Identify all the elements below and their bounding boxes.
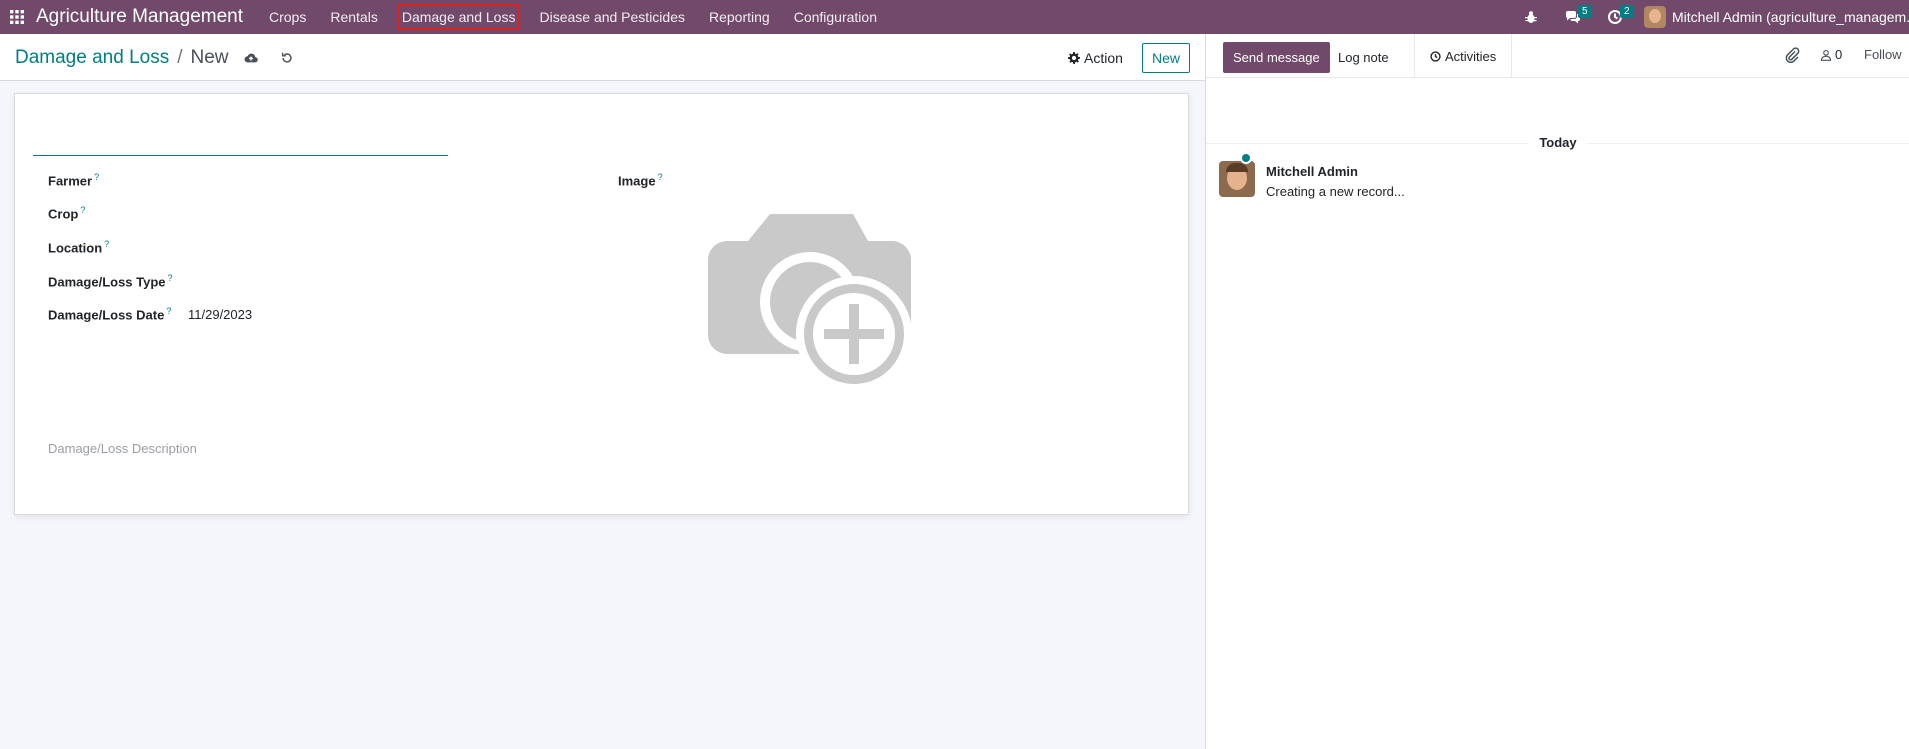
menu-reporting[interactable]: Reporting xyxy=(697,4,782,30)
save-cloud-icon[interactable] xyxy=(237,46,265,70)
action-label: Action xyxy=(1084,50,1123,66)
menu-disease-and-pesticides[interactable]: Disease and Pesticides xyxy=(527,4,697,30)
activities-button[interactable]: Activities xyxy=(1414,34,1513,78)
menu-configuration[interactable]: Configuration xyxy=(782,4,889,30)
action-button[interactable]: Action xyxy=(1060,43,1131,73)
followers-button[interactable]: 0 xyxy=(1820,47,1842,62)
messages-chat-icon[interactable]: 5 xyxy=(1558,0,1592,34)
field-damage-loss-date[interactable]: Damage/Loss Date? 11/29/2023 xyxy=(48,306,252,322)
date-separator: Today xyxy=(1206,135,1909,150)
user-name: Mitchell Admin (agriculture_managem... xyxy=(1672,9,1909,25)
user-avatar xyxy=(1644,6,1666,28)
field-damage-loss-type[interactable]: Damage/Loss Type? xyxy=(48,273,188,289)
breadcrumb-parent-link[interactable]: Damage and Loss xyxy=(15,47,169,69)
field-crop[interactable]: Crop? xyxy=(48,205,188,221)
message-author-avatar[interactable] xyxy=(1219,161,1255,197)
chatter-topbar: Send message Log note Activities 0 Follo… xyxy=(1206,34,1909,78)
record-name-input[interactable] xyxy=(33,124,448,156)
field-label: Damage/Loss Type? xyxy=(48,273,173,290)
chatter-panel: Send message Log note Activities 0 Follo… xyxy=(1205,34,1909,749)
debug-bug-icon[interactable] xyxy=(1516,0,1546,34)
online-status-icon xyxy=(1240,152,1252,164)
message-body: Creating a new record... xyxy=(1266,184,1405,199)
breadcrumb-separator: / xyxy=(177,47,183,68)
top-navbar: Agriculture Management Crops Rentals Dam… xyxy=(0,0,1909,34)
clock-icon xyxy=(1430,50,1441,62)
image-upload-camera-icon[interactable] xyxy=(708,214,912,392)
field-location[interactable]: Location? xyxy=(48,239,188,255)
description-field[interactable]: Damage/Loss Description xyxy=(48,441,197,456)
breadcrumb-current: New xyxy=(190,47,229,68)
breadcrumb: Damage and Loss / New xyxy=(15,46,301,70)
message-author[interactable]: Mitchell Admin xyxy=(1266,164,1358,179)
field-label: Crop? xyxy=(48,205,86,222)
activities-badge: 2 xyxy=(1620,5,1634,18)
app-brand[interactable]: Agriculture Management xyxy=(36,6,243,28)
new-button[interactable]: New xyxy=(1142,43,1190,73)
gear-icon xyxy=(1068,52,1080,64)
image-label: Image? xyxy=(618,172,663,189)
activities-clock-icon[interactable]: 2 xyxy=(1600,0,1634,34)
user-menu[interactable]: Mitchell Admin (agriculture_managem... xyxy=(1644,6,1909,28)
field-label: Location? xyxy=(48,239,110,256)
menu-crops[interactable]: Crops xyxy=(257,4,318,30)
date-value[interactable]: 11/29/2023 xyxy=(188,307,252,322)
activities-label: Activities xyxy=(1445,48,1497,64)
discard-undo-icon[interactable] xyxy=(273,46,301,70)
field-label: Farmer? xyxy=(48,172,100,189)
person-icon xyxy=(1820,49,1832,61)
menu-rentals[interactable]: Rentals xyxy=(318,4,389,30)
menu-damage-and-loss[interactable]: Damage and Loss xyxy=(396,4,521,30)
follow-button[interactable]: Follow xyxy=(1864,47,1902,62)
send-message-button[interactable]: Send message xyxy=(1223,42,1330,73)
field-farmer[interactable]: Farmer? xyxy=(48,172,188,188)
log-note-button[interactable]: Log note xyxy=(1328,42,1399,73)
messages-badge: 5 xyxy=(1578,5,1592,18)
field-label: Damage/Loss Date? xyxy=(48,306,172,323)
followers-count: 0 xyxy=(1835,47,1843,62)
control-panel: Damage and Loss / New Action New xyxy=(0,34,1205,81)
apps-grid-icon[interactable] xyxy=(0,0,34,34)
attachment-paperclip-icon[interactable] xyxy=(1784,47,1800,64)
